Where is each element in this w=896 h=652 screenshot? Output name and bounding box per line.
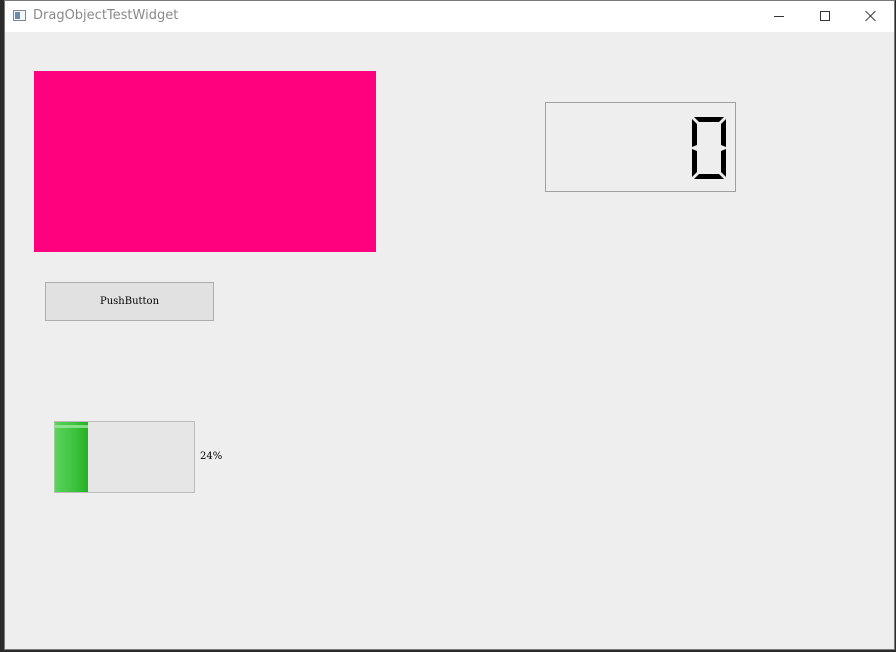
lcd-number-display (545, 102, 736, 192)
push-button[interactable]: PushButton (45, 282, 214, 321)
color-rectangle[interactable] (34, 71, 376, 252)
maximize-button[interactable] (802, 1, 848, 32)
maximize-icon (820, 11, 830, 21)
app-icon (13, 10, 26, 21)
close-icon (865, 10, 877, 22)
lcd-digit (692, 117, 726, 179)
close-button[interactable] (848, 1, 894, 32)
progress-text: 24% (200, 451, 223, 462)
progress-bar (54, 421, 195, 493)
main-window: DragObjectTestWidget PushButton 24% (4, 0, 895, 650)
minimize-button[interactable] (756, 1, 802, 32)
minimize-icon (774, 16, 784, 17)
window-title: DragObjectTestWidget (33, 8, 179, 23)
progress-fill (55, 422, 89, 492)
title-bar[interactable]: DragObjectTestWidget (5, 1, 894, 32)
